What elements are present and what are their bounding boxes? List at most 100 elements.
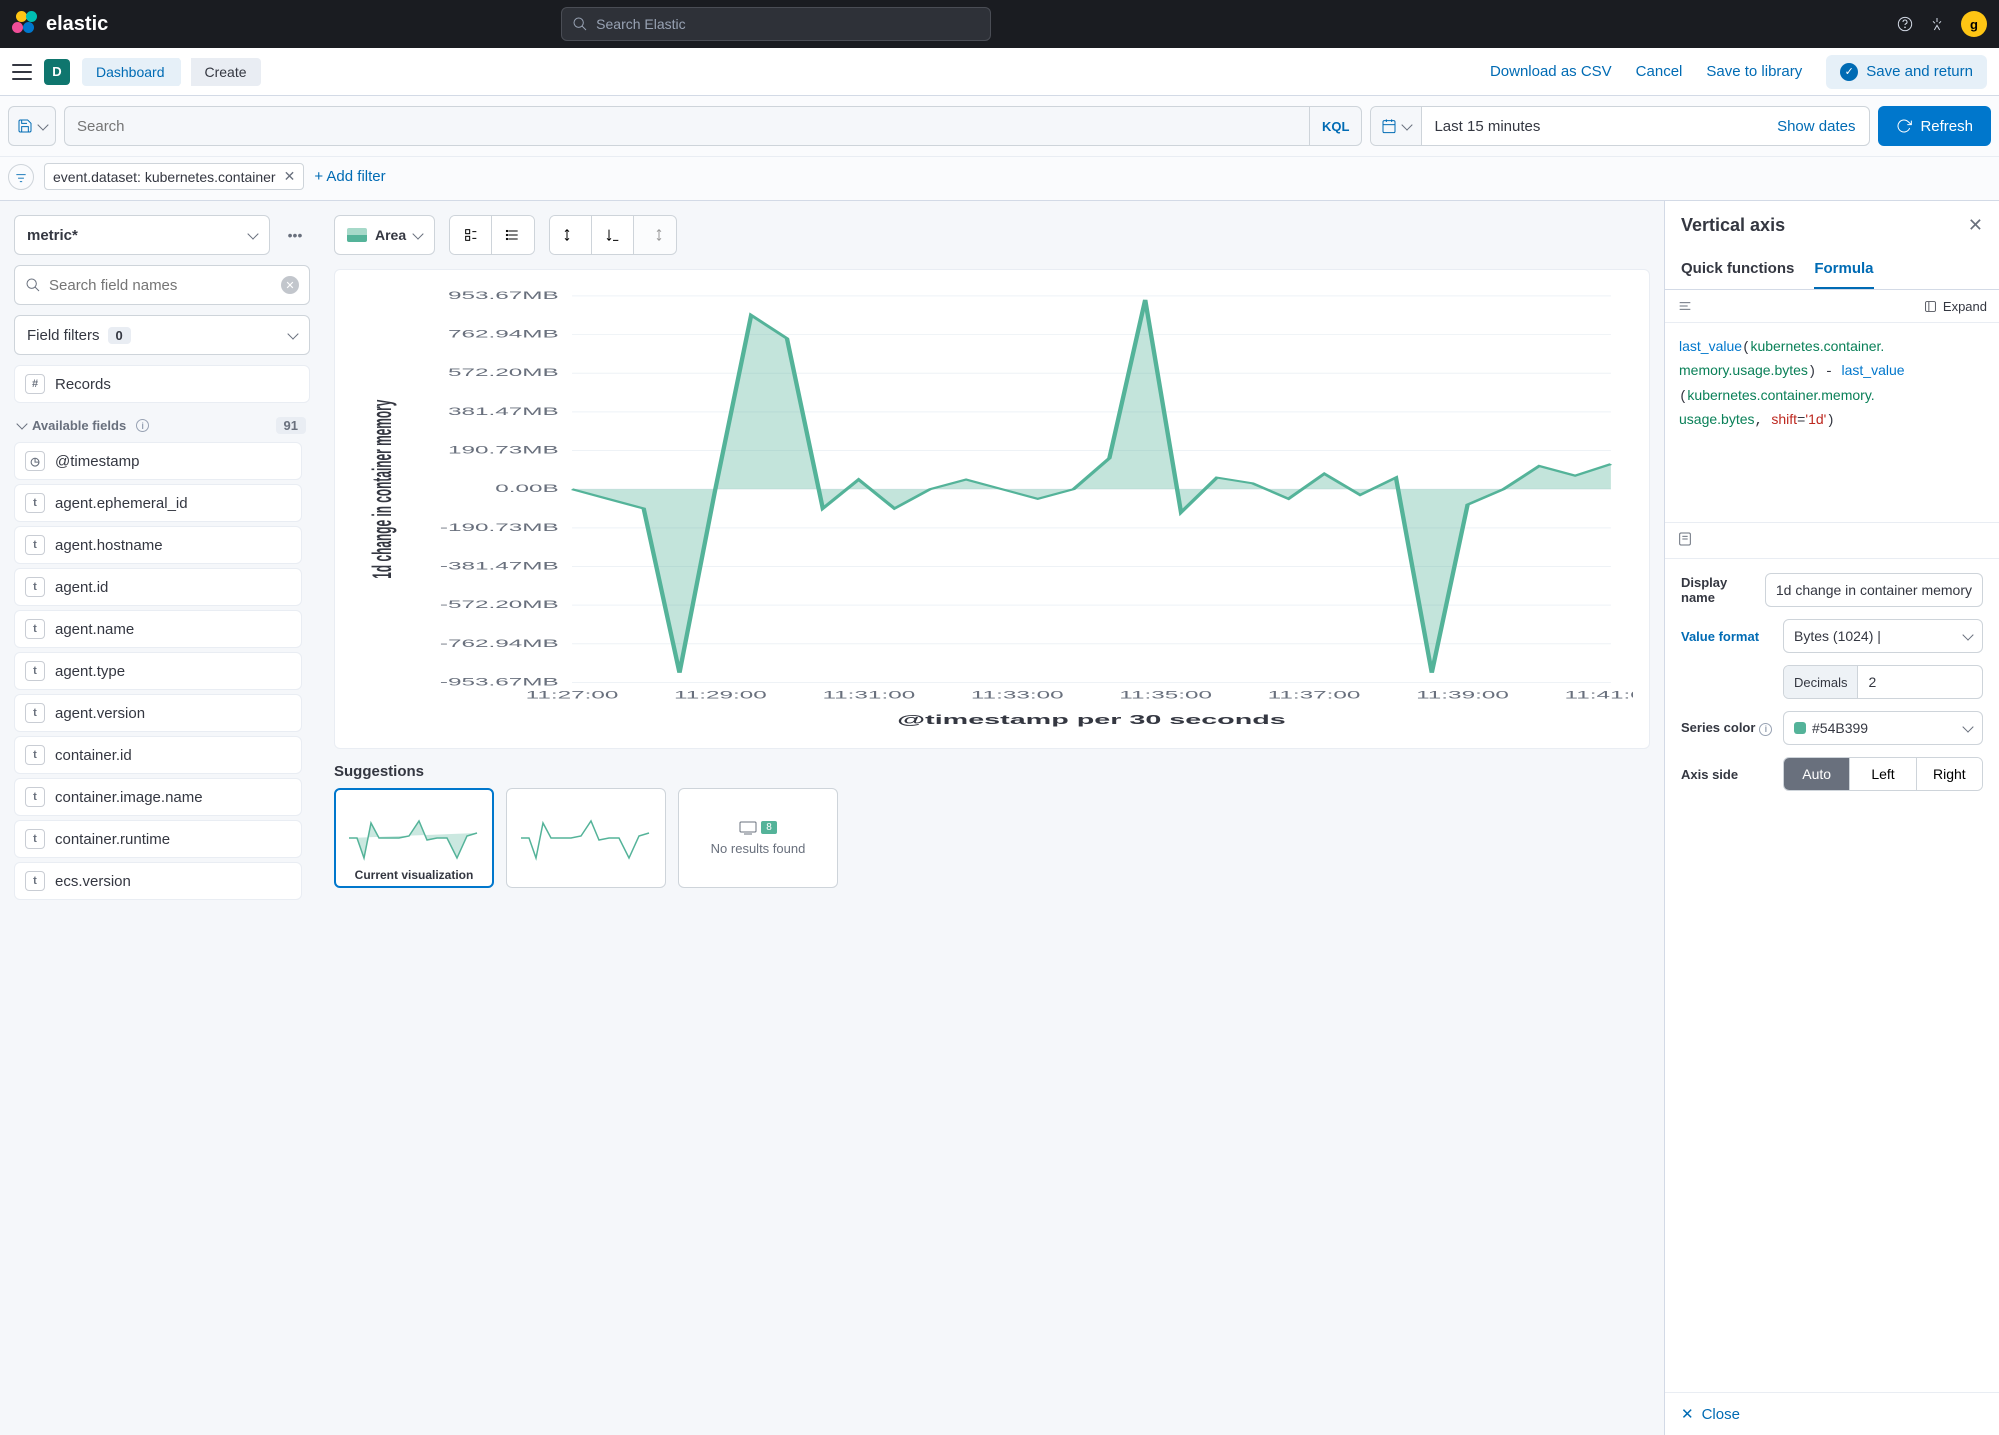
suggestion-current[interactable]: Current visualization — [334, 788, 494, 888]
show-dates-link[interactable]: Show dates — [1763, 118, 1869, 135]
elastic-logo[interactable]: elastic — [12, 11, 108, 37]
number-icon: # — [25, 374, 45, 394]
svg-text:381.47MB: 381.47MB — [448, 405, 559, 417]
field-item[interactable]: tagent.version — [14, 694, 302, 732]
config-panel: Vertical axis ✕ Quick functions Formula … — [1664, 201, 1999, 1435]
filter-options-button[interactable] — [8, 164, 34, 190]
expand-button[interactable]: Expand — [1924, 299, 1987, 314]
suggestion-no-results[interactable]: 8 No results found — [678, 788, 838, 888]
app-badge[interactable]: D — [44, 59, 70, 85]
available-fields-header[interactable]: Available fields i 91 — [14, 409, 310, 442]
value-labels-button[interactable] — [492, 216, 534, 254]
close-button[interactable]: ✕ Close — [1681, 1405, 1983, 1423]
refresh-icon — [1896, 118, 1912, 134]
suggestion-line[interactable] — [506, 788, 666, 888]
svg-text:0.00B: 0.00B — [495, 482, 559, 494]
calendar-icon — [1381, 118, 1397, 134]
remove-filter-icon[interactable]: ✕ — [284, 168, 296, 185]
save-and-return-button[interactable]: ✓ Save and return — [1826, 55, 1987, 89]
field-item[interactable]: tcontainer.runtime — [14, 820, 302, 858]
panel-options-button[interactable]: ••• — [280, 215, 310, 255]
field-item[interactable]: tcontainer.image.name — [14, 778, 302, 816]
field-item[interactable]: tcontainer.id — [14, 736, 302, 774]
series-color-label: Series colori — [1681, 720, 1773, 736]
value-format-select[interactable]: Bytes (1024) | — [1783, 619, 1983, 653]
left-axis-button[interactable] — [550, 216, 592, 254]
kql-toggle[interactable]: KQL — [1309, 107, 1361, 145]
word-wrap-icon[interactable] — [1677, 298, 1693, 314]
svg-text:11:29:00: 11:29:00 — [674, 688, 767, 700]
user-avatar[interactable]: g — [1961, 11, 1987, 37]
display-name-input[interactable]: 1d change in container memory — [1765, 573, 1983, 607]
axis-side-right[interactable]: Right — [1917, 758, 1982, 790]
refresh-button[interactable]: Refresh — [1878, 106, 1991, 146]
clear-search-icon[interactable]: ✕ — [281, 276, 299, 294]
check-icon: ✓ — [1840, 63, 1858, 81]
bottom-axis-button[interactable] — [592, 216, 634, 254]
field-filters-toggle[interactable]: Field filters 0 — [14, 315, 310, 355]
documentation-icon[interactable] — [1677, 531, 1693, 547]
add-filter-button[interactable]: + Add filter — [314, 168, 385, 185]
viz-type-select[interactable]: Area — [334, 215, 435, 255]
breadcrumb-dashboard[interactable]: Dashboard — [82, 58, 179, 86]
time-range-text: Last 15 minutes — [1422, 118, 1763, 135]
field-item[interactable]: ◷@timestamp — [14, 442, 302, 480]
area-chart-icon — [347, 228, 367, 242]
query-input[interactable] — [65, 118, 1309, 135]
saved-query-button[interactable] — [8, 106, 56, 146]
query-input-container: KQL — [64, 106, 1362, 146]
field-type-icon: t — [25, 829, 45, 849]
query-bar: KQL Last 15 minutes Show dates Refresh — [0, 96, 1999, 157]
field-search-input[interactable] — [49, 277, 273, 294]
decimals-input[interactable]: 2 — [1858, 666, 1982, 698]
tab-quick-functions[interactable]: Quick functions — [1681, 250, 1794, 289]
field-type-icon: t — [25, 871, 45, 891]
legend-position-button[interactable] — [450, 216, 492, 254]
axis-side-auto[interactable]: Auto — [1784, 758, 1850, 790]
cancel-button[interactable]: Cancel — [1636, 63, 1683, 80]
info-icon: i — [136, 419, 149, 432]
chevron-down-icon — [1962, 629, 1973, 640]
series-color-input[interactable]: #54B399 — [1783, 711, 1983, 745]
axis-side-left[interactable]: Left — [1850, 758, 1916, 790]
field-item[interactable]: tecs.version — [14, 862, 302, 900]
field-item[interactable]: tagent.ephemeral_id — [14, 484, 302, 522]
save-to-library-button[interactable]: Save to library — [1706, 63, 1802, 80]
filter-pill[interactable]: event.dataset: kubernetes.container ✕ — [44, 163, 304, 190]
field-item[interactable]: tagent.type — [14, 652, 302, 690]
formula-editor[interactable]: last_value(kubernetes.container.memory.u… — [1665, 323, 1999, 523]
download-csv-button[interactable]: Download as CSV — [1490, 63, 1612, 80]
field-type-icon: t — [25, 535, 45, 555]
svg-text:572.20MB: 572.20MB — [448, 366, 559, 378]
field-item[interactable]: tagent.id — [14, 568, 302, 606]
field-search: ✕ — [14, 265, 310, 305]
records-field[interactable]: # Records — [14, 365, 310, 403]
svg-text:-190.73MB: -190.73MB — [440, 521, 559, 533]
index-pattern-select[interactable]: metric* — [14, 215, 270, 255]
date-picker[interactable]: Last 15 minutes Show dates — [1370, 106, 1870, 146]
suggestions-heading: Suggestions — [334, 763, 1650, 780]
nav-toggle-icon[interactable] — [12, 64, 32, 80]
expand-icon — [1924, 300, 1937, 313]
global-header: elastic Search Elastic g — [0, 0, 1999, 48]
value-format-label[interactable]: Value format — [1681, 629, 1773, 644]
tab-formula[interactable]: Formula — [1814, 250, 1873, 289]
svg-text:11:33:00: 11:33:00 — [971, 688, 1064, 700]
global-search[interactable]: Search Elastic — [561, 7, 991, 41]
chevron-down-icon — [16, 418, 27, 429]
newsfeed-icon[interactable] — [1929, 16, 1945, 32]
svg-text:11:41:00: 11:41:00 — [1565, 688, 1633, 700]
field-item[interactable]: tagent.hostname — [14, 526, 302, 564]
panel-title: Vertical axis — [1681, 215, 1785, 236]
svg-text:1d change in container memory: 1d change in container memory — [368, 399, 398, 578]
field-type-icon: t — [25, 619, 45, 639]
display-name-label: Display name — [1681, 575, 1755, 605]
close-panel-icon[interactable]: ✕ — [1968, 215, 1983, 236]
field-type-icon: t — [25, 661, 45, 681]
field-item[interactable]: tagent.name — [14, 610, 302, 648]
app-header: D Dashboard Create Download as CSV Cance… — [0, 48, 1999, 96]
svg-text:11:27:00: 11:27:00 — [526, 688, 619, 700]
filter-bar: event.dataset: kubernetes.container ✕ + … — [0, 157, 1999, 201]
svg-text:-381.47MB: -381.47MB — [440, 560, 559, 572]
help-icon[interactable] — [1897, 16, 1913, 32]
